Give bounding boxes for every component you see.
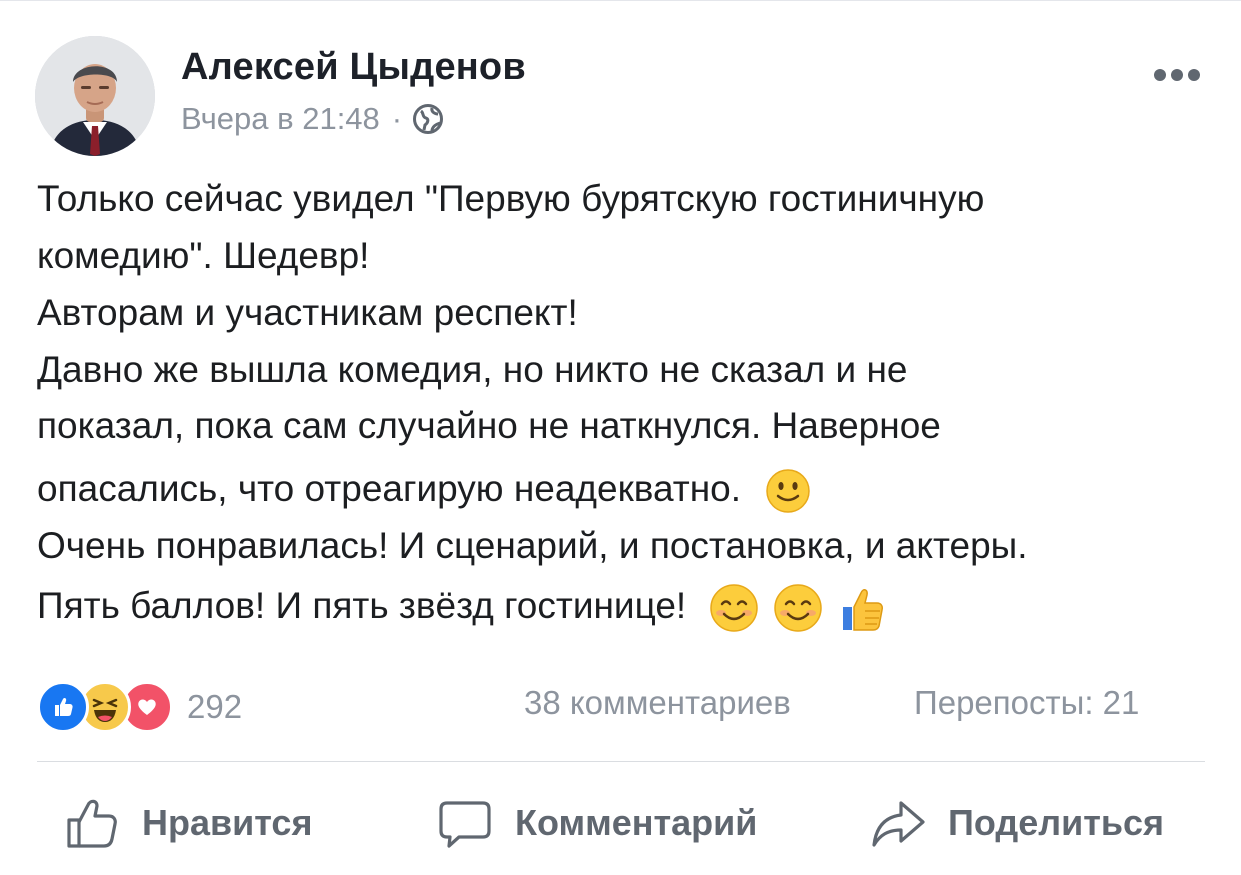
post-line: опасались, что отреагирую неадекватно. <box>37 468 742 509</box>
more-dot <box>1154 69 1166 81</box>
post-line: Только сейчас увидел "Первую бурятскую г… <box>37 178 985 219</box>
globe-icon[interactable] <box>412 103 444 135</box>
avatar-photo <box>35 36 155 156</box>
post-line-with-emoji: Пять баллов! И пять звёзд гостинице! <box>37 583 885 633</box>
slightly-smiling-face-emoji <box>765 468 811 514</box>
smiling-face-emoji <box>773 583 823 633</box>
like-reaction-icon <box>37 681 89 733</box>
post-line: Пять баллов! И пять звёзд гостинице! <box>37 584 687 626</box>
post-line: Авторам и участникам респект! <box>37 292 578 333</box>
post-line: Очень понравилась! И сценарий, и постано… <box>37 525 1028 566</box>
post-line: комедию". Шедевр! <box>37 235 370 276</box>
more-dot <box>1188 69 1200 81</box>
meta-separator: · <box>391 101 403 136</box>
share-button-label: Поделиться <box>948 802 1165 843</box>
author-name[interactable]: Алексей Цыденов <box>181 46 526 89</box>
top-divider <box>0 0 1241 1</box>
author-avatar[interactable] <box>35 36 155 156</box>
reactions-count: 292 <box>187 688 243 725</box>
actions-divider <box>37 761 1205 762</box>
smiling-face-emoji <box>709 583 759 633</box>
more-dot <box>1171 69 1183 81</box>
post-line-with-emoji: опасались, что отреагирую неадекватно. <box>37 468 811 514</box>
like-button[interactable]: Нравится <box>64 795 312 851</box>
comment-bubble-icon <box>437 795 493 851</box>
like-button-label: Нравится <box>142 802 313 843</box>
comments-count[interactable]: 38 комментариев <box>524 684 791 722</box>
post-meta: Вчера в 21:48 · <box>181 101 444 137</box>
like-thumb-icon <box>64 795 120 851</box>
thumbs-up-emoji <box>835 583 885 633</box>
more-options-icon[interactable] <box>1154 66 1208 84</box>
reactions-summary[interactable]: 292 <box>37 681 242 733</box>
post-time[interactable]: Вчера в 21:48 <box>181 101 380 137</box>
share-arrow-icon <box>870 795 926 851</box>
post-line: показал, пока сам случайно не наткнулся.… <box>37 405 941 446</box>
shares-count[interactable]: Перепосты: 21 <box>914 684 1139 722</box>
post-line: Давно же вышла комедия, но никто не сказ… <box>37 349 908 390</box>
share-button[interactable]: Поделиться <box>870 795 1164 851</box>
comment-button-label: Комментарий <box>515 802 758 843</box>
comment-button[interactable]: Комментарий <box>437 795 757 851</box>
